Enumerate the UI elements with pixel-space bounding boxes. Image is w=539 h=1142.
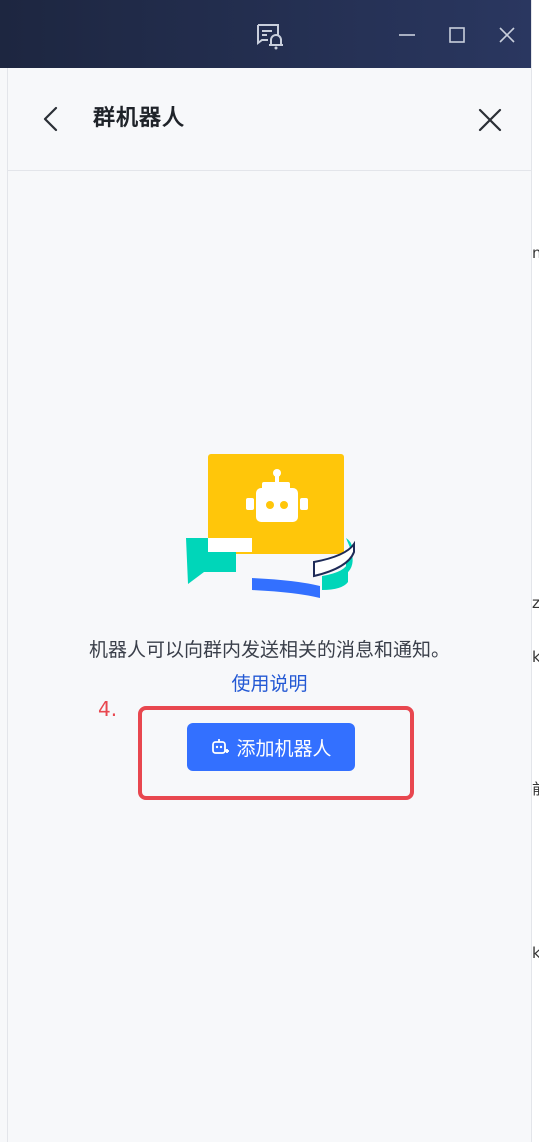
close-icon[interactable] — [492, 20, 522, 50]
window-titlebar — [0, 0, 531, 68]
help-link[interactable]: 使用说明 — [8, 670, 531, 698]
add-robot-icon — [212, 739, 230, 754]
edge-text: k — [532, 648, 539, 666]
minimize-icon[interactable] — [392, 20, 422, 50]
empty-state-description: 机器人可以向群内发送相关的消息和通知。 — [88, 639, 450, 661]
group-robot-panel — [0, 68, 531, 1142]
add-robot-label: 添加机器人 — [236, 737, 332, 760]
robot-chat-illustration — [186, 452, 358, 600]
chevron-left-icon — [43, 106, 58, 132]
chat-alert-icon[interactable] — [254, 20, 284, 50]
edge-text: k — [532, 944, 539, 962]
annotation-step-label: 4. — [98, 697, 118, 721]
page-title: 群机器人 — [93, 106, 186, 131]
divider — [7, 68, 8, 1142]
background-window-edge — [531, 0, 539, 1142]
panel-close-button[interactable] — [476, 106, 504, 134]
close-icon — [478, 108, 502, 132]
add-robot-button[interactable]: 添加机器人 — [187, 723, 355, 771]
edge-text: 前 — [532, 780, 539, 798]
edge-text: n — [532, 244, 539, 262]
maximize-icon[interactable] — [442, 20, 472, 50]
back-button[interactable] — [38, 102, 64, 136]
edge-text: z — [532, 594, 539, 612]
panel-header: 群机器人 — [8, 68, 531, 171]
